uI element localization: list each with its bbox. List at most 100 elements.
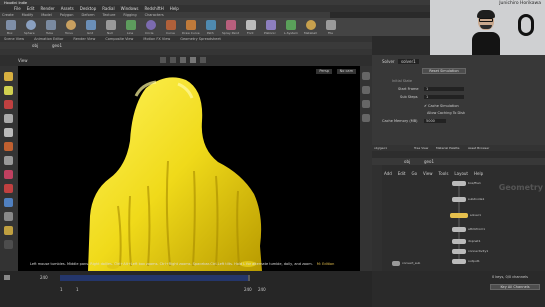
render-tool-icon[interactable] — [4, 240, 13, 249]
node-solver[interactable] — [450, 213, 468, 218]
shelf-tab-rigging[interactable]: Rigging — [123, 13, 136, 17]
move-tool-icon[interactable] — [4, 86, 13, 95]
scale-tool-icon[interactable] — [4, 114, 13, 123]
frame-field[interactable]: 240 — [40, 275, 48, 280]
network-path-geo[interactable]: geo1 — [424, 159, 434, 164]
net-menu-go[interactable]: Go — [412, 171, 418, 176]
3d-viewport[interactable]: Persp No cam — [18, 66, 360, 271]
net-menu-add[interactable]: Add — [384, 171, 392, 176]
menu-help[interactable]: Help — [170, 6, 179, 11]
circle-tool-icon[interactable] — [146, 20, 156, 30]
lsystem-tool-icon[interactable] — [286, 20, 296, 30]
path-tool-icon[interactable] — [206, 20, 216, 30]
shelf-tab-deform[interactable]: Deform — [82, 13, 95, 17]
view-tool-icon[interactable] — [4, 156, 13, 165]
curve-tool-icon[interactable] — [166, 20, 176, 30]
cache-to-disk-checkbox[interactable]: Allow Caching To Disk — [427, 111, 465, 115]
sub-steps-field[interactable]: 1 — [424, 95, 464, 99]
file-tool-icon[interactable] — [326, 20, 336, 30]
node-attribfrom[interactable] — [452, 227, 466, 232]
torus-tool-icon[interactable] — [66, 20, 76, 30]
grid-tool-icon[interactable] — [86, 20, 96, 30]
camera-tool-icon[interactable] — [4, 212, 13, 221]
display-icon[interactable] — [180, 57, 186, 63]
menu-edit[interactable]: Edit — [27, 6, 35, 11]
range-start[interactable]: 1 — [60, 287, 63, 292]
tab-composite-view[interactable]: Composite View — [105, 37, 133, 41]
node-convert[interactable] — [392, 261, 400, 266]
box-tool-icon[interactable] — [6, 20, 16, 30]
pose-tool-icon[interactable] — [4, 142, 13, 151]
path-geo[interactable]: geo1 — [52, 43, 62, 48]
paint-tool-icon[interactable] — [4, 198, 13, 207]
network-editor[interactable]: obj/geo1 Tree View Material Palette Asse… — [372, 145, 545, 271]
shelf-tab-texture[interactable]: Texture — [103, 13, 116, 17]
tab-network[interactable]: obj/geo1 — [374, 146, 387, 150]
node-file[interactable] — [452, 181, 466, 186]
font-tool-icon[interactable] — [246, 20, 256, 30]
shelf-tab-create[interactable]: Create — [2, 13, 14, 17]
path-obj[interactable]: obj — [32, 43, 38, 48]
menu-file[interactable]: File — [14, 6, 21, 11]
cache-simulation-checkbox[interactable]: ✔ Cache Simulation — [424, 104, 459, 108]
net-menu-view[interactable]: View — [423, 171, 433, 176]
reset-simulation-button[interactable]: Reset Simulation — [422, 68, 466, 74]
node-connectivity[interactable] — [452, 249, 466, 254]
wireframe-icon[interactable] — [362, 86, 370, 94]
tab-scene-view[interactable]: Scene View — [4, 37, 24, 41]
sphere-tool-icon[interactable] — [26, 20, 36, 30]
shelf-tab-modify[interactable]: Modify — [22, 13, 34, 17]
shading-icon[interactable] — [190, 57, 196, 63]
net-menu-help[interactable]: Help — [474, 171, 483, 176]
tab-geometry-spreadsheet[interactable]: Geometry Spreadsheet — [180, 37, 221, 41]
tab-tree-view[interactable]: Tree View — [414, 146, 428, 150]
grid-snap-icon[interactable] — [170, 57, 176, 63]
menu-render[interactable]: Render — [40, 6, 54, 11]
metaball-tool-icon[interactable] — [306, 20, 316, 30]
tab-animation-editor[interactable]: Animation Editor — [34, 37, 63, 41]
shelf-tab-polygon[interactable]: Polygon — [60, 13, 74, 17]
node-subdivide[interactable] — [452, 197, 466, 202]
net-menu-tools[interactable]: Tools — [439, 171, 449, 176]
ghost-icon[interactable] — [362, 100, 370, 108]
magnet-tool-icon[interactable] — [4, 184, 13, 193]
null-tool-icon[interactable] — [106, 20, 116, 30]
menu-windows[interactable]: Windows — [121, 6, 139, 11]
tab-asset-browser[interactable]: Asset Browser — [468, 146, 489, 150]
range-end-global[interactable]: 240 — [258, 287, 266, 292]
snap-icon[interactable] — [160, 57, 166, 63]
rotate-tool-icon[interactable] — [4, 100, 13, 109]
light-tool-icon[interactable] — [4, 226, 13, 235]
cache-memory-field[interactable]: 5000 — [424, 119, 446, 123]
node-name[interactable]: solver1 — [398, 59, 419, 64]
menu-radial[interactable]: Radial — [102, 6, 114, 11]
select-tool-icon[interactable] — [4, 72, 13, 81]
display-options-icon[interactable] — [362, 72, 370, 80]
node-output[interactable] — [452, 259, 466, 264]
menu-assets[interactable]: Assets — [61, 6, 74, 11]
key-all-channels-button[interactable]: Key All Channels — [490, 284, 540, 290]
normals-icon[interactable] — [362, 114, 370, 122]
tab-motion-fx-view[interactable]: Motion FX View — [143, 37, 170, 41]
shelf-tab-characters[interactable]: Characters — [145, 13, 164, 17]
shelf-tab-model[interactable]: Model — [41, 13, 52, 17]
tab-render-view[interactable]: Render View — [73, 37, 95, 41]
handle-tool-icon[interactable] — [4, 128, 13, 137]
platonic-tool-icon[interactable] — [266, 20, 276, 30]
play-icon[interactable] — [4, 275, 10, 280]
spray-paint-tool-icon[interactable] — [226, 20, 236, 30]
menu-redshift[interactable]: RedshiftH — [144, 6, 163, 11]
network-path-obj[interactable]: obj — [404, 159, 410, 164]
start-frame-field[interactable]: 1 — [424, 87, 464, 91]
tab-material-palette[interactable]: Material Palette — [436, 146, 460, 150]
range-end[interactable]: 240 — [244, 287, 252, 292]
net-menu-layout[interactable]: Layout — [454, 171, 468, 176]
menu-desktop[interactable]: Desktop — [80, 6, 97, 11]
tube-tool-icon[interactable] — [46, 20, 56, 30]
draw-curve-tool-icon[interactable] — [186, 20, 196, 30]
node-dopnet[interactable] — [452, 239, 466, 244]
brush-tool-icon[interactable] — [4, 170, 13, 179]
net-menu-edit[interactable]: Edit — [398, 171, 406, 176]
lighting-icon[interactable] — [200, 57, 206, 63]
current-frame[interactable]: 1 — [76, 287, 79, 292]
